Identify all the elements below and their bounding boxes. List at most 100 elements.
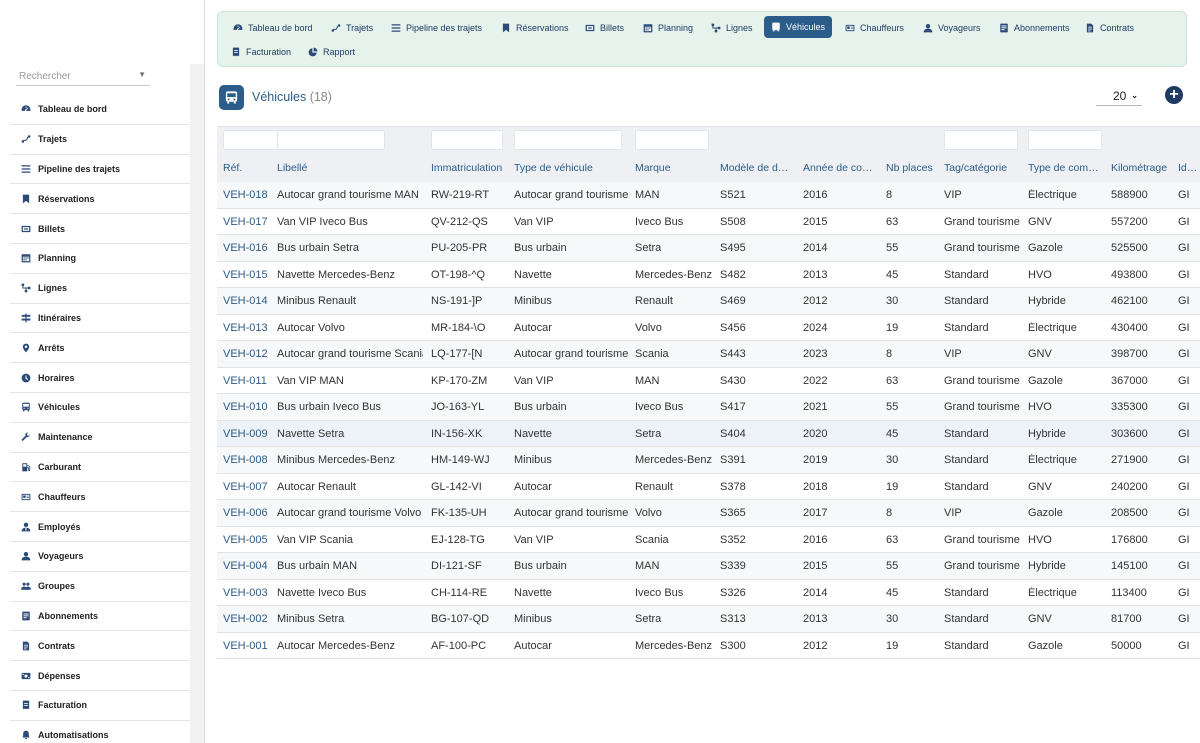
add-vehicle-button[interactable]: +: [1165, 86, 1183, 104]
column-filter-input[interactable]: [635, 130, 709, 150]
sidebar-item-8[interactable]: Arrêts: [10, 332, 190, 362]
column-filter-input[interactable]: [277, 130, 385, 150]
column-filter-input[interactable]: [944, 130, 1018, 150]
table-row[interactable]: VEH-010 Bus urbain Iveco Bus JO-163-YL Bus …: [217, 394, 1200, 421]
column-header[interactable]: Immatriculation: [431, 162, 511, 174]
nav-tab-4[interactable]: Billets: [578, 18, 631, 38]
vehicle-ref-link[interactable]: VEH-010: [223, 401, 273, 413]
sidebar-item-9[interactable]: Horaires: [10, 362, 190, 392]
sidebar-item-2[interactable]: Pipeline des trajets: [10, 153, 190, 184]
sidebar-item-19[interactable]: Dépenses: [10, 660, 190, 690]
sidebar-item-18[interactable]: Contrats: [10, 630, 190, 660]
column-filter-input[interactable]: [431, 130, 503, 150]
sidebar-item-16[interactable]: Groupes: [10, 570, 190, 601]
column-header[interactable]: Nb places: [886, 162, 940, 174]
sidebar-item-17[interactable]: Abonnements: [10, 600, 190, 631]
column-filter-input[interactable]: [1028, 130, 1102, 150]
nav-tab-label: Voyageurs: [938, 23, 981, 33]
table-row[interactable]: VEH-016 Bus urbain Setra PU-205-PR Bus urba…: [217, 235, 1200, 262]
table-row[interactable]: VEH-002 Minibus Setra BG-107-QD Minibus Setr…: [217, 606, 1200, 633]
page-size-select[interactable]: 20 ⌄: [1096, 86, 1142, 106]
table-row[interactable]: VEH-009 Navette Setra IN-156-XK Navette Setr…: [217, 420, 1200, 447]
nav-tab-11[interactable]: Contrats: [1078, 18, 1141, 38]
vehicle-ref-link[interactable]: VEH-018: [223, 189, 273, 201]
sidebar-item-3[interactable]: Réservations: [10, 183, 190, 213]
vehicle-ref-link[interactable]: VEH-005: [223, 534, 273, 546]
sidebar-item-20[interactable]: Facturation: [10, 689, 190, 720]
search-box[interactable]: ▼: [16, 66, 150, 86]
table-row[interactable]: VEH-001 Autocar Mercedes-Benz AF-100-PC Aut…: [217, 633, 1200, 659]
column-filter-input[interactable]: [514, 130, 622, 150]
vehicle-ref-link[interactable]: VEH-011: [223, 375, 273, 387]
sidebar-item-12[interactable]: Carburant: [10, 451, 190, 482]
table-row[interactable]: VEH-015 Navette Mercedes-Benz OT-198-^Q Nav…: [217, 262, 1200, 288]
column-header[interactable]: Id…: [1178, 162, 1200, 174]
nav-tab-0[interactable]: Tableau de bord: [226, 18, 320, 38]
vehicle-ref-link[interactable]: VEH-012: [223, 348, 273, 360]
vehicle-ref-link[interactable]: VEH-006: [223, 507, 273, 519]
vehicle-ref-link[interactable]: VEH-001: [223, 640, 273, 652]
column-header[interactable]: Réf.: [223, 162, 273, 174]
nav-tab-13[interactable]: Rapport: [301, 42, 362, 62]
nav-tab-5[interactable]: Planning: [636, 18, 700, 38]
vehicle-ref-link[interactable]: VEH-014: [223, 295, 273, 307]
table-cell: 2018: [803, 480, 828, 493]
sidebar-item-13[interactable]: Chauffeurs: [10, 481, 190, 511]
table-row[interactable]: VEH-014 Minibus Renault NS-191-]P Minibus Re…: [217, 288, 1200, 315]
search-input[interactable]: [16, 67, 134, 86]
sidebar-item-label: Groupes: [38, 581, 76, 592]
vehicle-ref-link[interactable]: VEH-003: [223, 587, 273, 599]
sidebar-item-4[interactable]: Billets: [10, 213, 190, 243]
vehicle-ref-link[interactable]: VEH-015: [223, 269, 273, 281]
table-row[interactable]: VEH-003 Navette Iveco Bus CH-114-RE Navette…: [217, 580, 1200, 606]
column-header[interactable]: Tag/catégorie: [944, 162, 1024, 174]
sidebar-item-21[interactable]: Automatisations: [10, 719, 190, 743]
vehicle-ref-link[interactable]: VEH-009: [223, 428, 273, 440]
sidebar-item-14[interactable]: Employés: [10, 511, 190, 541]
table-row[interactable]: VEH-006 Autocar grand tourisme Volvo FK-13…: [217, 500, 1200, 527]
nav-tab-8[interactable]: Chauffeurs: [838, 18, 911, 38]
vehicle-ref-link[interactable]: VEH-007: [223, 481, 273, 493]
nav-tab-6[interactable]: Lignes: [704, 18, 760, 38]
sidebar-item-11[interactable]: Maintenance: [10, 421, 190, 452]
table-row[interactable]: VEH-013 Autocar Volvo MR-184-\O Autocar Volv…: [217, 315, 1200, 341]
table-row[interactable]: VEH-018 Autocar grand tourisme MAN RW-219-…: [217, 182, 1200, 209]
column-header[interactable]: Type de com…: [1028, 162, 1108, 174]
column-header[interactable]: Kilométrage: [1111, 162, 1175, 174]
table-row[interactable]: VEH-007 Autocar Renault GL-142-VI Autocar Re…: [217, 474, 1200, 500]
nav-tab-7[interactable]: Véhicules: [764, 16, 833, 38]
column-header[interactable]: Libellé: [277, 162, 423, 174]
sidebar-item-6[interactable]: Lignes: [10, 272, 190, 303]
vehicle-ref-link[interactable]: VEH-008: [223, 454, 273, 466]
table-row[interactable]: VEH-005 Van VIP Scania EJ-128-TG Van VIP Sca…: [217, 527, 1200, 553]
vehicle-ref-link[interactable]: VEH-004: [223, 560, 273, 572]
table-row[interactable]: VEH-008 Minibus Mercedes-Benz HM-149-WJ Min…: [217, 447, 1200, 474]
vehicle-ref-link[interactable]: VEH-013: [223, 322, 273, 334]
nav-tab-1[interactable]: Trajets: [324, 18, 380, 38]
sidebar-item-7[interactable]: Itinéraires: [10, 302, 190, 333]
column-header[interactable]: Type de véhicule: [514, 162, 632, 174]
sidebar-item-0[interactable]: Tableau de bord: [10, 94, 190, 124]
table-row[interactable]: VEH-017 Van VIP Iveco Bus QV-212-QS Van VIP…: [217, 209, 1200, 235]
sidebar-item-1[interactable]: Trajets: [10, 123, 190, 154]
table-row[interactable]: VEH-012 Autocar grand tourisme Scania LQ-1…: [217, 341, 1200, 368]
sidebar-item-15[interactable]: Voyageurs: [10, 540, 190, 571]
column-header[interactable]: Marque: [635, 162, 717, 174]
column-header[interactable]: Modèle de d…: [720, 162, 798, 174]
column-header[interactable]: Année de co…: [803, 162, 883, 174]
caret-down-icon[interactable]: ▼: [138, 70, 146, 79]
nav-tab-12[interactable]: Facturation: [224, 42, 298, 62]
nav-tab-9[interactable]: Voyageurs: [916, 18, 988, 38]
vehicle-ref-link[interactable]: VEH-017: [223, 216, 273, 228]
sidebar-item-5[interactable]: Planning: [10, 242, 190, 273]
nav-tab-3[interactable]: Réservations: [494, 18, 576, 38]
vehicle-ref-link[interactable]: VEH-016: [223, 242, 273, 254]
sidebar-item-10[interactable]: Véhicules: [10, 391, 190, 422]
vehicle-ref-link[interactable]: VEH-002: [223, 613, 273, 625]
table-row[interactable]: VEH-011 Van VIP MAN KP-170-ZM Van VIP MAN S43…: [217, 368, 1200, 394]
table-row[interactable]: VEH-004 Bus urbain MAN DI-121-SF Bus urbain…: [217, 553, 1200, 580]
sidebar-scrollbar[interactable]: [190, 64, 204, 743]
nav-tab-10[interactable]: Abonnements: [992, 18, 1077, 38]
table-cell: 45: [886, 268, 899, 281]
nav-tab-2[interactable]: Pipeline des trajets: [384, 18, 489, 38]
